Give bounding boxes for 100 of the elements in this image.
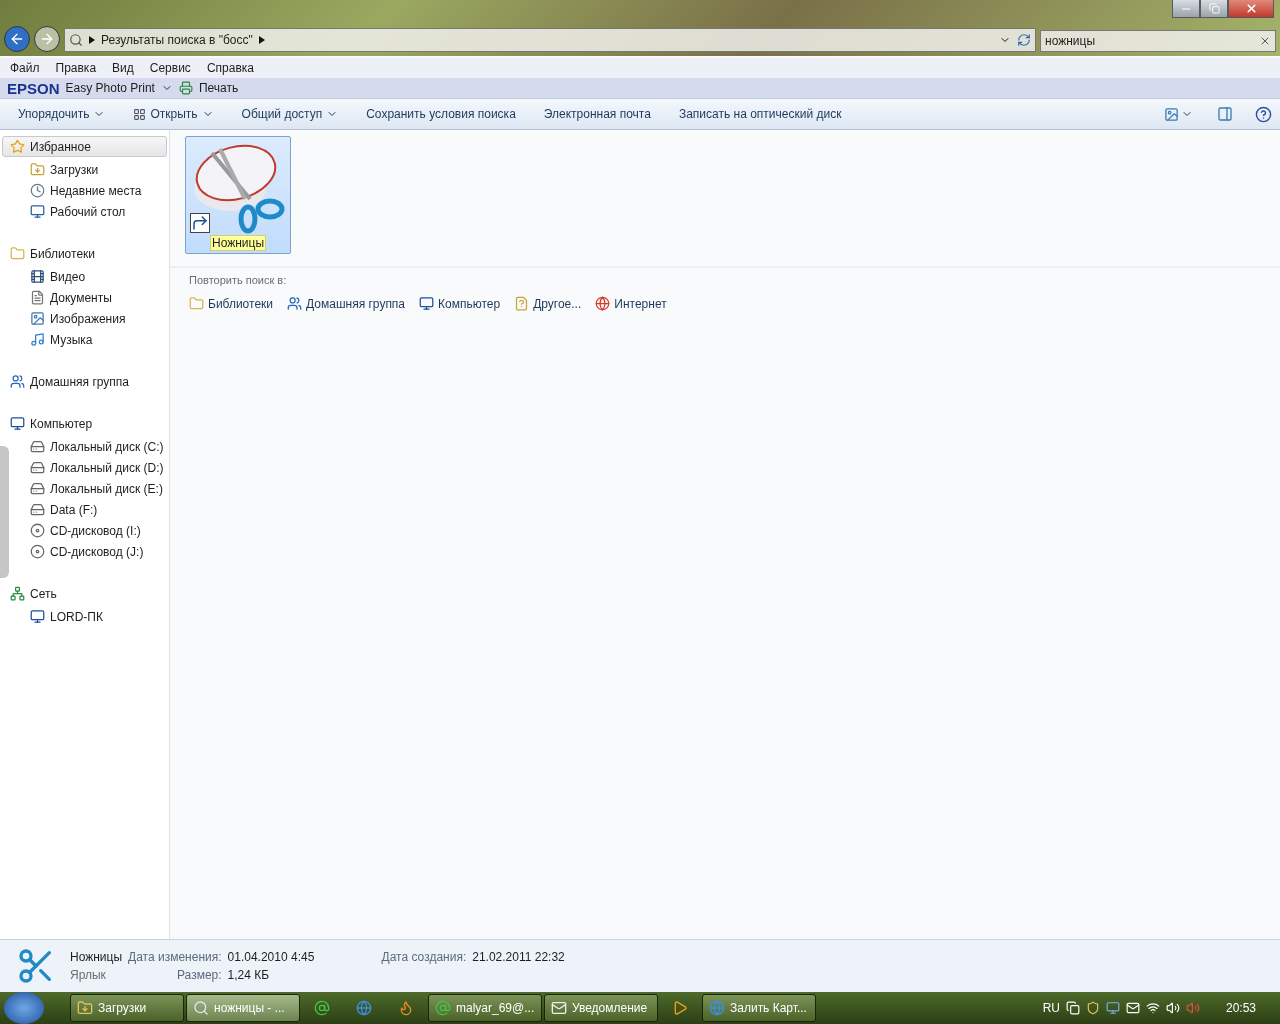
sidebar-item[interactable]: Рабочий стол: [11, 201, 169, 222]
menu-item[interactable]: Сервис: [149, 61, 191, 75]
folder-icon: [77, 1000, 93, 1016]
app-menu[interactable]: Easy Photo Print: [65, 81, 155, 95]
toolbar-button[interactable]: Открыть: [125, 103, 222, 125]
file-name: Ножницы: [70, 950, 123, 964]
toolbar-button[interactable]: Общий доступ: [233, 103, 347, 125]
back-button[interactable]: [4, 26, 30, 52]
clear-icon: [1259, 35, 1271, 47]
computer-icon: [419, 296, 435, 311]
search-location-link[interactable]: Домашняя группа: [287, 296, 406, 311]
taskbar-button[interactable]: Загрузки: [70, 994, 184, 1022]
sidebar-item[interactable]: Документы: [11, 287, 169, 308]
speaker-icon[interactable]: [1165, 1001, 1180, 1015]
start-button[interactable]: [4, 992, 44, 1024]
brand-logo: EPSON: [7, 79, 60, 97]
forward-button[interactable]: [34, 26, 60, 52]
restore-icon: [1208, 3, 1220, 14]
library-icon: [10, 246, 25, 261]
chevron-icon: [258, 36, 265, 44]
printer-icon: [178, 81, 193, 95]
toolbar-button[interactable]: Сохранить условия поиска: [358, 103, 524, 125]
video-icon: [30, 269, 45, 284]
sidebar-item[interactable]: Локальный диск (D:): [11, 457, 169, 478]
globe-icon: [709, 1000, 725, 1016]
help-icon[interactable]: [1255, 105, 1272, 123]
network-icon[interactable]: [1145, 1001, 1160, 1015]
sidebar-item[interactable]: Домашняя группа: [2, 371, 167, 392]
menu-item[interactable]: Файл: [10, 61, 40, 75]
sidebar-item[interactable]: Музыка: [11, 329, 169, 350]
sidebar-item[interactable]: Недавние места: [11, 180, 169, 201]
homegroup-icon: [10, 374, 25, 389]
music-icon: [30, 332, 45, 347]
search-location-link[interactable]: Библиотеки: [189, 296, 273, 311]
chevron-icon: [89, 36, 95, 44]
search-location-link[interactable]: Компьютер: [419, 296, 501, 311]
sidebar-item[interactable]: Компьютер: [2, 413, 167, 434]
computer-icon: [10, 416, 25, 431]
toolbar-button[interactable]: Электронная почта: [535, 103, 659, 125]
other-icon: [514, 296, 530, 311]
envelope-icon: [551, 1000, 567, 1016]
file-name: Ножницы: [209, 235, 267, 251]
taskbar-button[interactable]: Уведомление: [544, 994, 658, 1022]
search-location-link[interactable]: Интернет: [595, 296, 667, 311]
drive-icon: [30, 460, 45, 475]
library-icon: [189, 296, 204, 311]
recent-icon: [30, 183, 45, 198]
toolbar-button[interactable]: Записать на оптический диск: [670, 103, 850, 125]
close-icon: [1244, 2, 1258, 15]
search-field[interactable]: ножницы: [1040, 30, 1276, 52]
sidebar-item[interactable]: LORD-ПК: [11, 606, 169, 627]
address-path[interactable]: Результаты поиска в "босс": [101, 33, 253, 47]
globe-icon: [356, 1000, 372, 1016]
close-button[interactable]: [1228, 0, 1274, 18]
envelope-icon[interactable]: [1125, 1001, 1140, 1015]
monitor-icon[interactable]: [1105, 1001, 1120, 1015]
file-type: Ярлык: [70, 968, 107, 982]
computer-icon: [30, 609, 45, 624]
internet-icon: [595, 296, 611, 311]
field-label: Дата изменения:: [128, 950, 222, 964]
taskbar-button[interactable]: malyar_69@...: [428, 994, 542, 1022]
sidebar-item[interactable]: Локальный диск (E:): [11, 478, 169, 499]
drive-icon: [30, 439, 45, 454]
shield-icon[interactable]: [1085, 1001, 1100, 1015]
search-location-link[interactable]: Другое...: [514, 296, 582, 311]
sidebar-item[interactable]: Видео: [11, 266, 169, 287]
sidebar-item[interactable]: CD-дисковод (I:): [11, 520, 169, 541]
desktop-icon: [30, 204, 45, 219]
field-label: Дата создания:: [381, 950, 467, 964]
sidebar-item[interactable]: Избранное: [2, 136, 167, 157]
view-icon[interactable]: [1164, 106, 1179, 122]
address-bar[interactable]: Результаты поиска в "босс": [64, 28, 1036, 52]
windows-icon[interactable]: [1065, 1001, 1080, 1015]
field-value: 1,24 КБ: [227, 968, 271, 982]
star-icon: [10, 139, 25, 154]
cd-icon: [30, 544, 45, 559]
restore-button[interactable]: [1200, 0, 1228, 18]
menu-item[interactable]: Правка: [55, 61, 97, 75]
sidebar-item[interactable]: Локальный диск (C:): [11, 436, 169, 457]
menu-item[interactable]: Вид: [112, 61, 134, 75]
minimize-button[interactable]: [1172, 0, 1200, 18]
menu-item[interactable]: Справка: [206, 61, 254, 75]
toolbar-button[interactable]: Упорядочить: [10, 103, 114, 125]
language-indicator[interactable]: RU: [1042, 1001, 1060, 1015]
scroll-grip[interactable]: [0, 446, 9, 578]
downloads-icon: [30, 162, 45, 177]
file-tile[interactable]: Ножницы: [185, 136, 291, 254]
sidebar-item[interactable]: Загрузки: [11, 159, 169, 180]
sidebar-item[interactable]: CD-дисковод (J:): [11, 541, 169, 562]
clock[interactable]: 20:53: [1225, 1001, 1256, 1015]
print-link[interactable]: Печать: [198, 81, 239, 95]
sidebar-item[interactable]: Data (F:): [11, 499, 169, 520]
preview-pane-icon[interactable]: [1217, 106, 1233, 122]
sidebar-item[interactable]: Библиотеки: [2, 243, 167, 264]
cd-icon: [30, 523, 45, 538]
drive-icon: [30, 481, 45, 496]
sidebar-item[interactable]: Сеть: [2, 583, 167, 604]
sidebar-item[interactable]: Изображения: [11, 308, 169, 329]
taskbar-button[interactable]: Залить Карт...: [702, 994, 816, 1022]
search-icon: [193, 1000, 209, 1016]
